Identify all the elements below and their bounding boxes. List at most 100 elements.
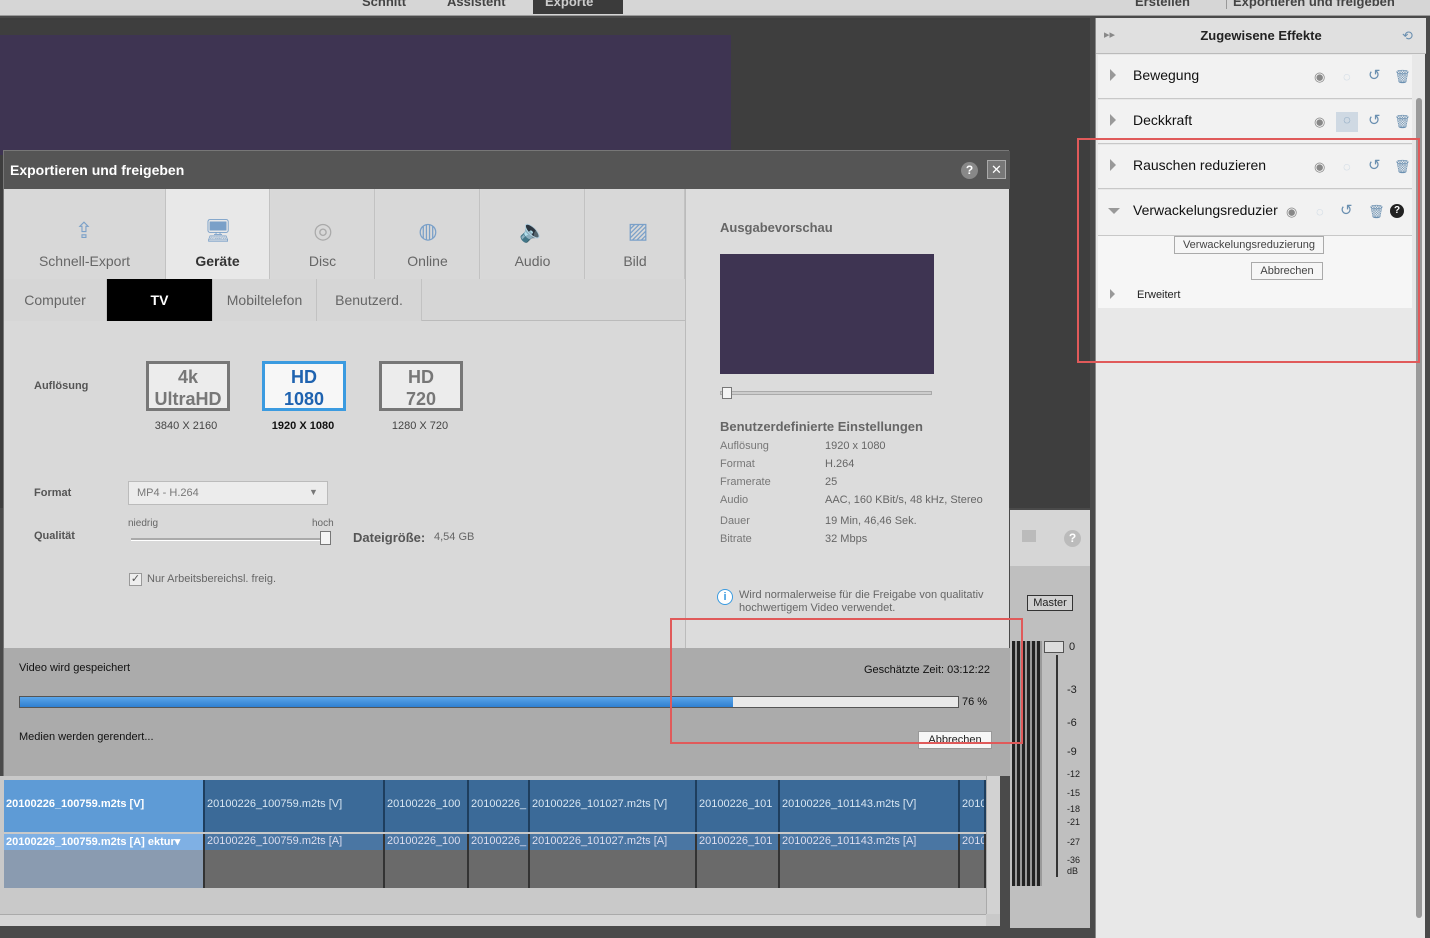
help-icon[interactable]: ? — [1390, 204, 1404, 218]
effect-row-deckkraft[interactable]: Deckkraft ◉ ◌ ↺ 🗑 — [1098, 100, 1412, 144]
keyframe-icon[interactable]: ◌ — [1316, 204, 1324, 219]
category-online[interactable]: ◍ Online — [376, 189, 480, 279]
tab-assistent[interactable]: Assistent — [447, 0, 506, 9]
subtab-tv[interactable]: TV — [107, 279, 213, 321]
speaker-icon: 🔈 — [519, 218, 547, 243]
advanced-label[interactable]: Erweitert — [1137, 289, 1180, 301]
quality-slider-thumb[interactable] — [320, 531, 331, 545]
video-clip[interactable]: 2010 — [960, 780, 986, 832]
video-clip[interactable]: 20100226_100759.m2ts [V] — [205, 780, 385, 832]
close-icon[interactable]: ✕ — [987, 160, 1006, 179]
applied-effects-panel: ▸▸ Zugewisene Effekte ⟲ Bewegung ◉ ◌ ↺ 🗑… — [1095, 18, 1426, 938]
timeline-hscroll[interactable] — [0, 914, 986, 926]
tab-schnitt[interactable]: Schnitt — [362, 0, 406, 9]
tab-exporte-label: Exporte — [545, 0, 594, 9]
video-clip[interactable]: 20100226_ — [469, 780, 530, 832]
quality-high-label: hoch — [312, 518, 334, 529]
video-clip[interactable]: 20100226_101 — [697, 780, 780, 832]
category-audio[interactable]: 🔈 Audio — [481, 189, 585, 279]
expand-icon[interactable] — [1110, 114, 1116, 126]
chevron-down-icon: ▼ — [309, 487, 318, 497]
expand-icon[interactable] — [1110, 159, 1116, 171]
trash-icon[interactable]: 🗑 — [1394, 159, 1411, 175]
resolution-4k-option[interactable]: 4k UltraHD — [146, 361, 230, 411]
setting-value: AAC, 160 KBit/s, 48 kHz, Stereo — [825, 494, 983, 506]
effect-row-rauschen[interactable]: Rauschen reduzieren ◉ ◌ ↺ 🗑 — [1098, 145, 1412, 189]
eye-icon[interactable]: ◉ — [1286, 204, 1297, 220]
quality-slider-track[interactable] — [131, 538, 327, 541]
effect-label: Rauschen reduzieren — [1133, 157, 1267, 173]
eye-icon[interactable]: ◉ — [1314, 69, 1325, 85]
expand-icon[interactable] — [1110, 69, 1116, 81]
subtab-mobiltelefon[interactable]: Mobiltelefon — [213, 279, 317, 321]
tab-exportieren[interactable]: Exportieren und freigeben — [1226, 0, 1395, 9]
eye-icon[interactable]: ◉ — [1314, 114, 1325, 130]
audio-clip[interactable]: 20100226_ — [469, 834, 530, 888]
workarea-checkbox[interactable]: ✓ — [129, 573, 142, 586]
settings-icon[interactable]: ⟲ — [1402, 28, 1413, 44]
cancel-export-button[interactable]: Abbrechen — [918, 731, 992, 749]
tab-exporte-active[interactable]: Exporte — [533, 0, 623, 14]
audio-clip[interactable]: 2010 — [960, 834, 986, 888]
audio-clip[interactable]: 20100226_100759.m2ts [A] — [205, 834, 385, 888]
effects-panel-title: Zugewisene Effekte — [1200, 28, 1322, 43]
setting-value: 25 — [825, 476, 838, 488]
trash-icon[interactable]: 🗑 — [1394, 69, 1411, 85]
audio-clip[interactable]: 20100226_100759.m2ts [A] ektur▾ — [4, 834, 205, 888]
volume-fader[interactable] — [1044, 641, 1064, 653]
category-geraete[interactable]: 🖥 Geräte — [166, 189, 270, 279]
help-icon[interactable]: ? — [961, 162, 978, 179]
panel-scrollbar[interactable] — [1416, 98, 1422, 918]
effect-cancel-button[interactable]: Abbrechen — [1251, 262, 1323, 280]
timeline-vscroll[interactable] — [986, 776, 1000, 914]
video-clip[interactable]: 20100226_101027.m2ts [V] — [530, 780, 697, 832]
reset-icon[interactable]: ↺ — [1368, 156, 1381, 174]
category-bild[interactable]: ▨ Bild — [586, 189, 685, 279]
expand-icon[interactable] — [1110, 289, 1115, 299]
trash-icon[interactable]: 🗑 — [1394, 114, 1411, 130]
preview-scrubber[interactable] — [720, 391, 932, 395]
reset-icon[interactable]: ↺ — [1340, 201, 1353, 219]
scale-0: 0 — [1069, 641, 1076, 653]
audio-clip[interactable]: 20100226_100 — [385, 834, 469, 888]
category-schnell-export[interactable]: ⇪ Schnell-Export — [4, 189, 166, 279]
video-clip[interactable]: 20100226_100 — [385, 780, 469, 832]
collapse-icon[interactable] — [1108, 208, 1120, 214]
keyframe-icon[interactable]: ◌ — [1343, 69, 1351, 84]
reset-icon[interactable]: ↺ — [1368, 66, 1381, 84]
resolution-hd1080-option[interactable]: HD 1080 — [262, 361, 346, 411]
stabilize-button[interactable]: Verwackelungsreduzierung — [1174, 236, 1324, 254]
preview-scrubber-thumb[interactable] — [722, 387, 732, 399]
help-icon[interactable]: ? — [1064, 530, 1081, 547]
stop-icon[interactable] — [1022, 530, 1036, 542]
subtab-benutzerd[interactable]: Benutzerd. — [317, 279, 422, 321]
category-label: Schnell-Export — [38, 253, 131, 269]
resolution-line1: HD — [408, 367, 434, 387]
setting-key: Dauer — [720, 515, 750, 527]
reset-icon[interactable]: ↺ — [1368, 111, 1381, 129]
effect-row-verwackelung[interactable]: Verwackelungsreduzier ◉ ◌ ↺ 🗑 ? — [1098, 190, 1412, 236]
trash-icon[interactable]: 🗑 — [1368, 204, 1385, 220]
video-clip[interactable]: 20100226_101143.m2ts [V] — [780, 780, 960, 832]
audio-clip[interactable]: 20100226_101143.m2ts [A] — [780, 834, 960, 888]
quality-low-label: niedrig — [128, 518, 159, 529]
tab-erstellen[interactable]: Erstellen — [1135, 0, 1190, 9]
resolution-hd720-option[interactable]: HD 720 — [379, 361, 463, 411]
category-disc[interactable]: ◎ Disc — [271, 189, 375, 279]
scale-18: -18 — [1067, 804, 1081, 814]
video-clip[interactable]: 20100226_100759.m2ts [V] — [4, 780, 205, 832]
info-text-2: hochwertigem Video verwendet. — [739, 602, 896, 614]
keyframe-icon[interactable]: ◌ — [1343, 159, 1351, 174]
eye-icon[interactable]: ◉ — [1314, 159, 1325, 175]
setting-value: 19 Min, 46,46 Sek. — [825, 515, 917, 527]
audio-clip[interactable]: 20100226_101 — [697, 834, 780, 888]
setting-value: 1920 x 1080 — [825, 440, 886, 452]
audio-clip[interactable]: 20100226_101027.m2ts [A] — [530, 834, 697, 888]
effect-row-bewegung[interactable]: Bewegung ◉ ◌ ↺ 🗑 — [1098, 55, 1412, 99]
format-select[interactable]: MP4 - H.264 ▼ — [128, 481, 328, 505]
resolution-dim: 3840 X 2160 — [154, 420, 218, 432]
effect-label: Deckkraft — [1133, 112, 1193, 128]
subtab-computer[interactable]: Computer — [4, 279, 107, 321]
setting-value: 32 Mbps — [825, 533, 868, 545]
keyframe-icon[interactable]: ◌ — [1336, 112, 1358, 132]
